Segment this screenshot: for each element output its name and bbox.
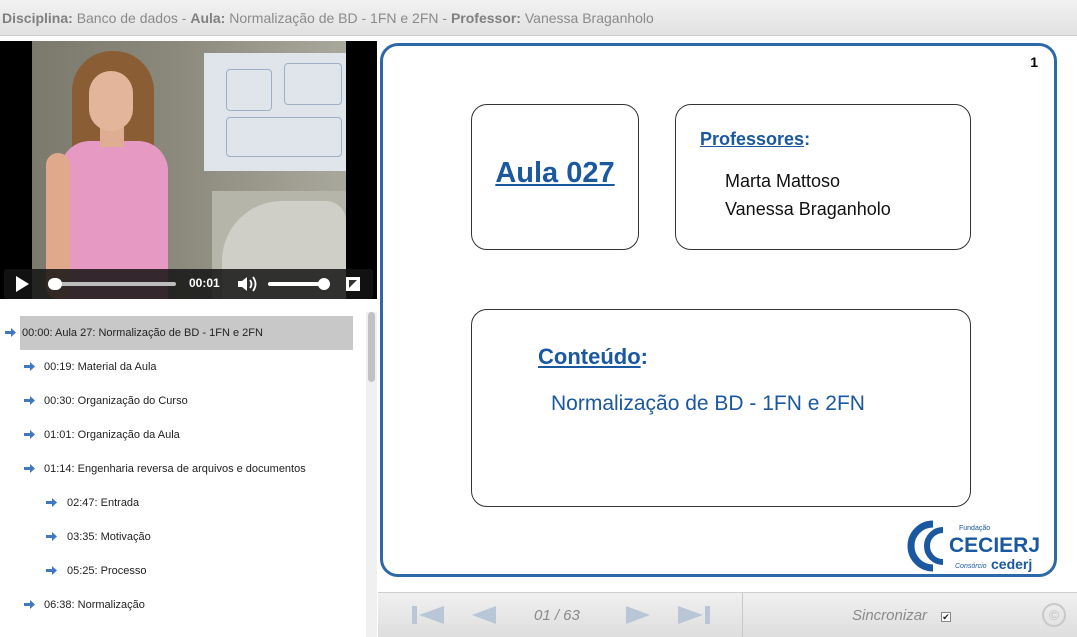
aula-label: Aula: <box>190 10 226 26</box>
page-indicator: 01 / 63 <box>534 607 580 624</box>
chapter-item[interactable]: 00:19: Material da Aula <box>0 350 366 384</box>
chapter-item[interactable]: 05:25: Processo <box>0 554 366 588</box>
logo-fundacao: Fundação <box>959 525 990 532</box>
fullscreen-icon[interactable] <box>346 277 360 291</box>
chapter-label: 00:30: Organização do Curso <box>44 395 188 407</box>
chapter-label: 02:47: Entrada <box>67 497 140 509</box>
conteudo-title: Conteúdo: <box>538 344 648 370</box>
aula-card: Aula 027 <box>471 104 639 250</box>
aula-title: Aula 027 <box>495 157 615 189</box>
video-player[interactable]: 00:01 <box>0 41 377 299</box>
aula-value: Normalização de BD - 1FN e 2FN - <box>229 10 448 26</box>
professor-label: Professor: <box>450 10 521 26</box>
chapter-label: 01:14: Engenharia reversa de arquivos e … <box>44 463 306 475</box>
professor-name: Marta Mattoso <box>725 171 841 191</box>
chapter-item[interactable]: 06:38: Normalização <box>0 588 366 622</box>
video-controls: 00:01 <box>4 269 373 299</box>
logo-cecierj: CECIERJ <box>949 534 1040 557</box>
cecierj-logo: Fundação CECIERJ Consórcio cederj <box>907 520 1040 572</box>
last-slide-icon[interactable] <box>676 603 712 627</box>
professores-title: Professores: <box>700 129 810 150</box>
scrollbar-thumb[interactable] <box>368 312 375 382</box>
professor-name: Vanessa Braganholo <box>725 199 891 219</box>
logo-cederj: cederj <box>991 556 1032 572</box>
chapter-arrow-icon <box>46 532 57 541</box>
seek-bar[interactable] <box>52 282 176 286</box>
conteudo-card: Conteúdo: Normalização de BD - 1FN e 2FN <box>471 309 971 507</box>
seek-handle[interactable] <box>48 278 62 290</box>
conteudo-title-text: Conteúdo <box>538 344 641 369</box>
chapter-label: 01:01: Organização da Aula <box>44 429 180 441</box>
app-root: Disciplina: Banco de dados - Aula: Norma… <box>0 0 1077 637</box>
course-header: Disciplina: Banco de dados - Aula: Norma… <box>0 0 1077 36</box>
professores-colon: : <box>804 129 811 149</box>
chapter-label: 00:19: Material da Aula <box>44 361 157 373</box>
previous-slide-icon[interactable] <box>470 603 498 627</box>
sync-label: Sincronizar <box>852 607 928 624</box>
chapter-arrow-icon <box>24 430 35 439</box>
chapter-list: 00:00: Aula 27: Normalização de BD - 1FN… <box>0 316 366 637</box>
nav-divider <box>742 593 743 637</box>
current-time: 00:01 <box>189 276 220 290</box>
next-slide-icon[interactable] <box>624 603 652 627</box>
play-icon[interactable] <box>16 276 29 292</box>
chapter-item[interactable]: 00:00: Aula 27: Normalização de BD - 1FN… <box>5 316 353 350</box>
chapter-item[interactable]: 00:30: Organização do Curso <box>0 384 366 418</box>
chapter-item[interactable]: 02:47: Entrada <box>0 486 366 520</box>
chapter-item[interactable]: 01:01: Organização da Aula <box>0 418 366 452</box>
chapter-arrow-icon <box>24 362 35 371</box>
disciplina-value: Banco de dados - <box>76 10 187 26</box>
projected-slide <box>204 53 346 171</box>
disciplina-label: Disciplina: <box>2 10 73 26</box>
chapter-label: 05:25: Processo <box>67 565 147 577</box>
chapter-arrow-icon <box>46 498 57 507</box>
professores-card: Professores: Marta Mattoso Vanessa Braga… <box>675 104 971 250</box>
volume-handle[interactable] <box>318 278 330 290</box>
copyright-icon[interactable]: © <box>1042 603 1066 627</box>
professores-title-text: Professores <box>700 129 805 149</box>
volume-icon[interactable] <box>236 274 258 294</box>
slide-navigation: 01 / 63 Sincronizar ✔ © <box>378 592 1077 637</box>
chapter-label: 03:35: Motivação <box>67 531 151 543</box>
left-panel: 00:01 00:00: Aula 27: Normalização de BD… <box>0 37 377 637</box>
conteudo-colon: : <box>640 344 648 369</box>
slide-viewer: 1 Aula 027 Professores: Marta Mattoso Va… <box>380 43 1057 577</box>
professor-value: Vanessa Braganholo <box>524 10 654 26</box>
logo-consorcio: Consórcio <box>955 563 987 570</box>
first-slide-icon[interactable] <box>410 603 446 627</box>
chapter-arrow-icon <box>24 600 35 609</box>
chapter-label: 00:00: Aula 27: Normalização de BD - 1FN… <box>22 327 263 339</box>
chapter-arrow-icon <box>46 566 57 575</box>
sync-checkbox[interactable]: ✔ <box>941 612 951 622</box>
chapter-scrollbar[interactable] <box>366 312 377 637</box>
chapter-item[interactable]: 01:14: Engenharia reversa de arquivos e … <box>0 452 366 486</box>
presenter <box>42 41 192 299</box>
slide-number: 1 <box>1030 54 1038 70</box>
chapter-label: 06:38: Normalização <box>44 599 145 611</box>
chapter-arrow-icon <box>24 396 35 405</box>
chapter-arrow-icon <box>5 328 16 337</box>
chapter-item[interactable]: 03:35: Motivação <box>0 520 366 554</box>
conteudo-text: Normalização de BD - 1FN e 2FN <box>551 392 865 415</box>
chapter-arrow-icon <box>24 464 35 473</box>
video-frame <box>32 41 346 299</box>
